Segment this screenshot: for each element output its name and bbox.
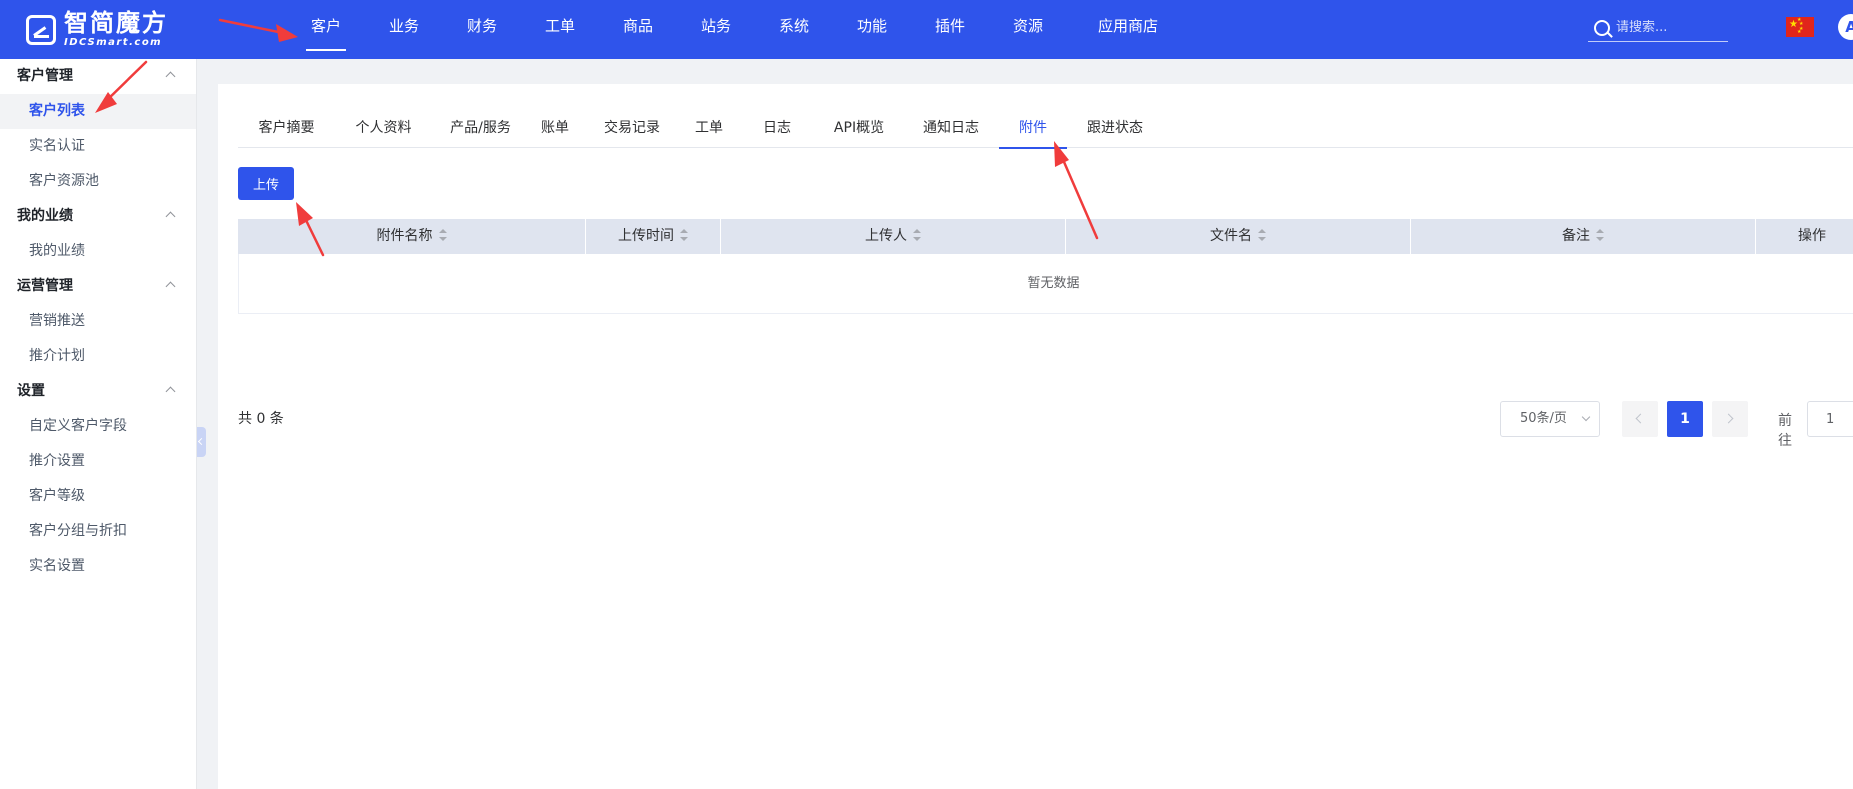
page-size-select[interactable]: 50条/页 xyxy=(1500,401,1600,437)
nav-site[interactable]: 站务 xyxy=(690,0,742,59)
china-flag-icon[interactable]: ★ ★ ★ ★ ★ xyxy=(1786,17,1814,37)
sort-icon[interactable] xyxy=(1258,229,1266,241)
nav-customer[interactable]: 客户 xyxy=(300,0,352,59)
sidebar-item-customer-level[interactable]: 客户等级 xyxy=(0,479,196,514)
chevron-down-icon xyxy=(1581,412,1591,422)
sidebar-item-custom-fields[interactable]: 自定义客户字段 xyxy=(0,409,196,444)
nav-product[interactable]: 商品 xyxy=(612,0,664,59)
sidebar-item-referral-plan[interactable]: 推介计划 xyxy=(0,339,196,374)
main-card: 客户摘要 个人资料 产品/服务 账单 交易记录 工单 日志 API概览 通知日志… xyxy=(218,84,1853,789)
tab-tickets[interactable]: 工单 xyxy=(683,112,735,148)
sort-icon[interactable] xyxy=(438,229,447,241)
nav-system[interactable]: 系统 xyxy=(768,0,820,59)
next-page-button[interactable] xyxy=(1712,401,1748,437)
total-count: 共 0 条 xyxy=(238,411,284,427)
sidebar: 客户管理 客户列表 实名认证 客户资源池 我的业绩 我的业绩 运营管理 营销推送… xyxy=(0,59,197,789)
prev-page-button[interactable] xyxy=(1622,401,1658,437)
sidebar-item-real-name-auth[interactable]: 实名认证 xyxy=(0,129,196,164)
sidebar-group-my-performance[interactable]: 我的业绩 xyxy=(0,199,196,234)
search-box[interactable] xyxy=(1588,14,1728,42)
logo-icon xyxy=(26,14,56,45)
page-number-current[interactable]: 1 xyxy=(1667,401,1703,437)
search-input[interactable] xyxy=(1616,20,1726,35)
sidebar-item-marketing-push[interactable]: 营销推送 xyxy=(0,304,196,339)
search-icon[interactable] xyxy=(1594,19,1610,36)
sidebar-item-real-name-settings[interactable]: 实名设置 xyxy=(0,549,196,584)
sidebar-group-settings[interactable]: 设置 xyxy=(0,374,196,409)
sidebar-group-label: 客户管理 xyxy=(17,68,73,84)
tab-summary[interactable]: 客户摘要 xyxy=(238,112,335,148)
column-file-name[interactable]: 文件名 xyxy=(1066,219,1411,254)
nav-feature[interactable]: 功能 xyxy=(846,0,898,59)
column-attachment-name[interactable]: 附件名称 xyxy=(238,219,586,254)
column-uploader[interactable]: 上传人 xyxy=(721,219,1066,254)
nav-plugin[interactable]: 插件 xyxy=(924,0,976,59)
column-label: 文件名 xyxy=(1210,228,1252,244)
tab-api-overview[interactable]: API概览 xyxy=(819,112,899,148)
sidebar-collapse-handle[interactable] xyxy=(197,427,206,457)
sidebar-group-label: 运营管理 xyxy=(17,278,73,294)
sidebar-item-group-discount[interactable]: 客户分组与折扣 xyxy=(0,514,196,549)
tab-bills[interactable]: 账单 xyxy=(529,112,581,148)
column-label: 备注 xyxy=(1562,228,1590,244)
column-remark[interactable]: 备注 xyxy=(1411,219,1756,254)
column-upload-time[interactable]: 上传时间 xyxy=(586,219,721,254)
sort-icon[interactable] xyxy=(1596,229,1604,241)
logo[interactable]: 智简魔方 IDCSmart.com xyxy=(26,11,168,48)
sidebar-group-customer-management[interactable]: 客户管理 xyxy=(0,59,196,94)
top-bar: 智简魔方 IDCSmart.com 客户 业务 财务 工单 商品 站务 系统 功… xyxy=(0,0,1853,59)
chevron-right-icon xyxy=(1723,413,1734,424)
goto-page-input[interactable] xyxy=(1807,401,1853,437)
chevron-up-icon xyxy=(165,281,176,292)
nav-resource[interactable]: 资源 xyxy=(1002,0,1054,59)
avatar[interactable]: A xyxy=(1838,14,1853,40)
sidebar-item-my-performance[interactable]: 我的业绩 xyxy=(0,234,196,269)
column-label: 上传人 xyxy=(865,228,907,244)
table-header: 附件名称 上传时间 上传人 文件名 备注 操作 xyxy=(238,219,1853,254)
logo-subtext: IDCSmart.com xyxy=(64,37,163,48)
nav-app-store[interactable]: 应用商店 xyxy=(1080,0,1176,59)
goto-label: 前往 xyxy=(1778,413,1792,449)
customer-tabs: 客户摘要 个人资料 产品/服务 账单 交易记录 工单 日志 API概览 通知日志… xyxy=(238,112,1853,149)
sort-icon[interactable] xyxy=(913,229,921,241)
attachments-table: 附件名称 上传时间 上传人 文件名 备注 操作 暂无数据 xyxy=(238,219,1853,314)
empty-state: 暂无数据 xyxy=(238,254,1853,314)
sidebar-group-label: 设置 xyxy=(17,383,45,399)
page-size-value: 50条/页 xyxy=(1520,411,1567,426)
sidebar-item-customer-pool[interactable]: 客户资源池 xyxy=(0,164,196,199)
sort-icon[interactable] xyxy=(680,229,688,241)
tab-logs[interactable]: 日志 xyxy=(751,112,803,148)
sidebar-group-operations[interactable]: 运营管理 xyxy=(0,269,196,304)
nav-ticket[interactable]: 工单 xyxy=(534,0,586,59)
sidebar-item-customer-list[interactable]: 客户列表 xyxy=(0,94,196,129)
logo-text: 智简魔方 xyxy=(64,9,168,37)
top-nav: 客户 业务 财务 工单 商品 站务 系统 功能 插件 资源 应用商店 xyxy=(300,0,1176,59)
tab-follow-up[interactable]: 跟进状态 xyxy=(1075,112,1155,148)
tab-attachments[interactable]: 附件 xyxy=(999,112,1067,149)
chevron-up-icon xyxy=(165,71,176,82)
column-actions: 操作 xyxy=(1756,219,1853,254)
chevron-left-icon xyxy=(1635,413,1646,424)
sidebar-group-label: 我的业绩 xyxy=(17,208,73,224)
column-label: 附件名称 xyxy=(376,228,433,244)
nav-finance[interactable]: 财务 xyxy=(456,0,508,59)
column-label: 操作 xyxy=(1798,228,1826,244)
tab-products[interactable]: 产品/服务 xyxy=(432,112,529,148)
sidebar-item-referral-settings[interactable]: 推介设置 xyxy=(0,444,196,479)
column-label: 上传时间 xyxy=(618,228,674,244)
nav-business[interactable]: 业务 xyxy=(378,0,430,59)
upload-button[interactable]: 上传 xyxy=(238,167,294,200)
chevron-up-icon xyxy=(165,386,176,397)
chevron-up-icon xyxy=(165,211,176,222)
tab-notification-logs[interactable]: 通知日志 xyxy=(911,112,991,148)
tab-transactions[interactable]: 交易记录 xyxy=(591,112,673,148)
tab-profile[interactable]: 个人资料 xyxy=(335,112,432,148)
